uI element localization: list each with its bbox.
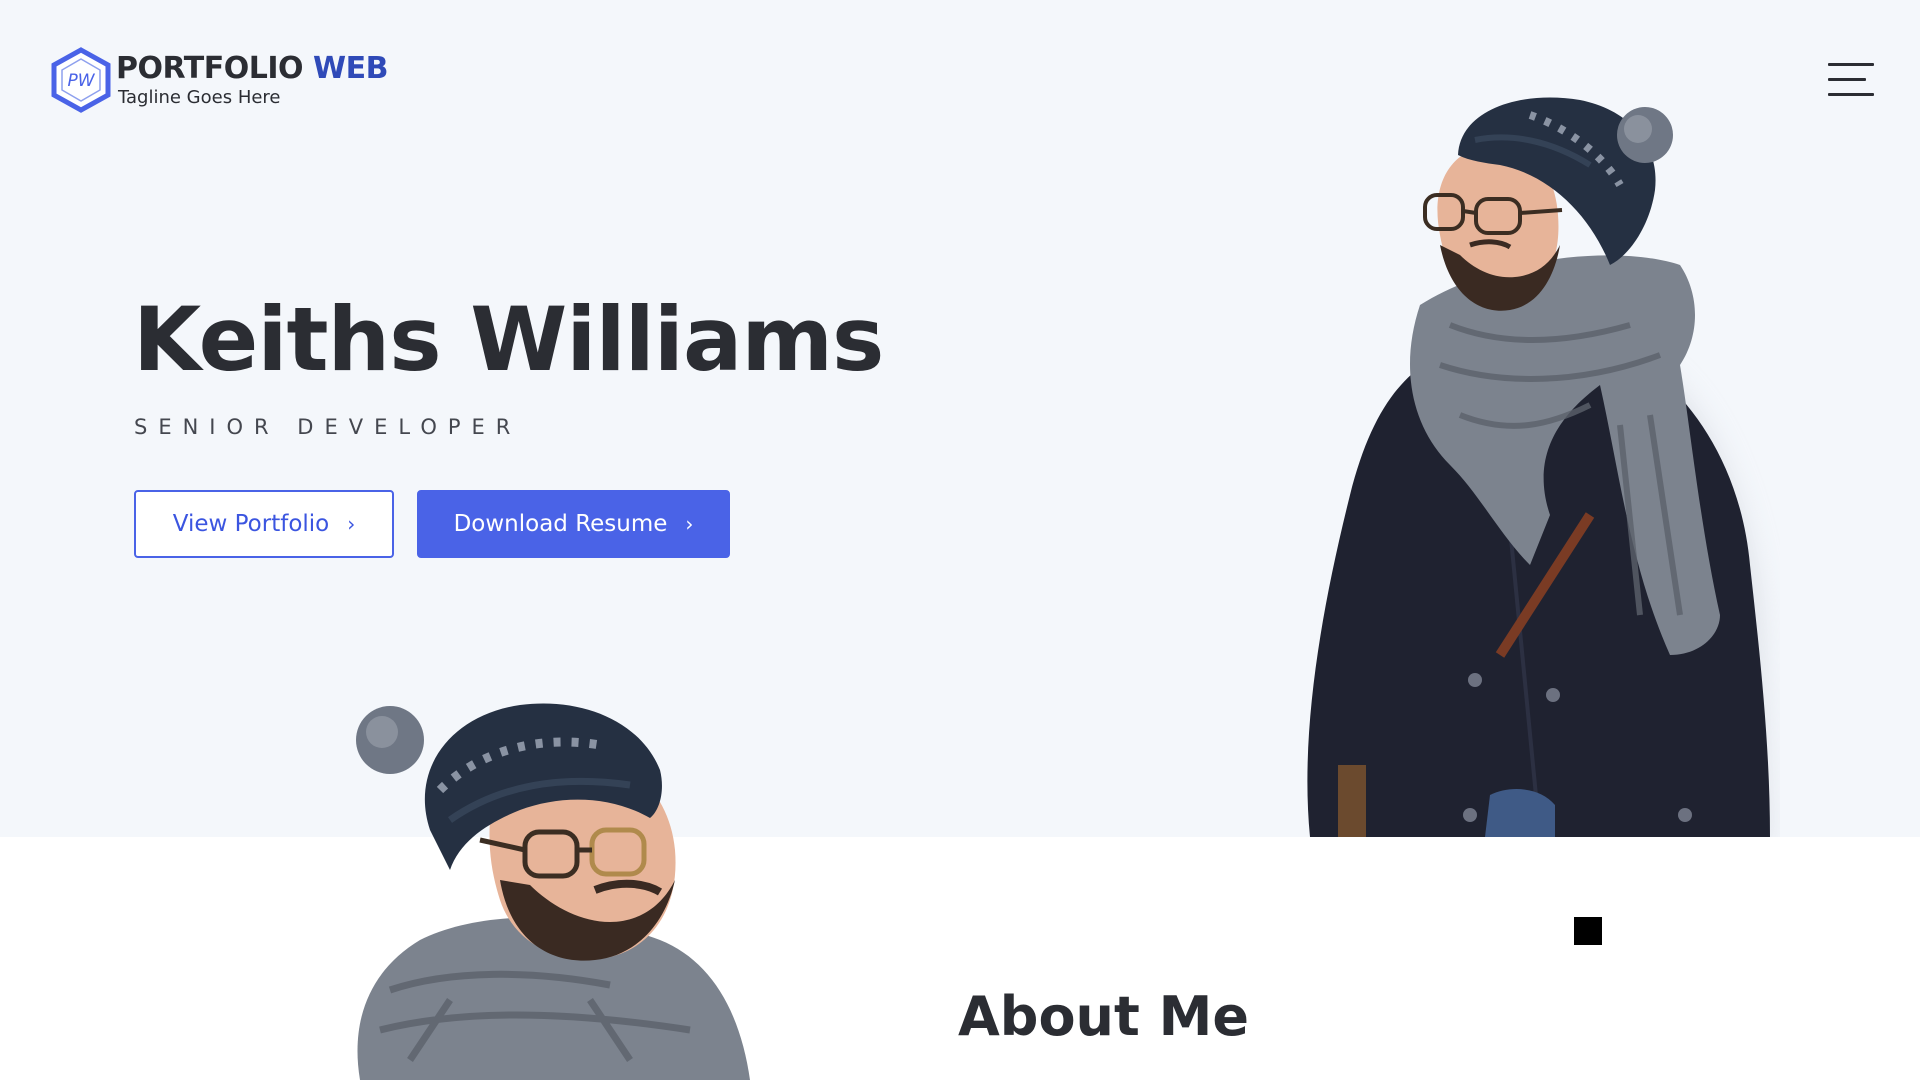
about-portrait-photo [330,700,770,1080]
hero-name: Keiths Williams [133,288,884,391]
hamburger-menu-icon[interactable] [1828,63,1874,97]
hero-role: SENIOR DEVELOPER [134,415,522,439]
chevron-right-icon: › [347,512,356,536]
decorative-square [1574,917,1602,945]
about-title: About Me [958,985,1249,1048]
view-portfolio-button[interactable]: View Portfolio › [134,490,394,558]
download-resume-button[interactable]: Download Resume › [417,490,730,558]
menu-line-middle [1828,78,1866,81]
logo-badge-text: PW [67,71,95,91]
chevron-right-icon: › [685,512,694,536]
menu-line-top [1828,63,1874,66]
logo-hexagon-icon: PW [50,47,112,113]
brand-name: PORTFOLIO WEB [116,52,388,86]
hero-portrait-photo [1300,95,1780,847]
menu-line-bottom [1828,93,1874,96]
logo-text: PORTFOLIO WEB Tagline Goes Here [116,52,388,109]
brand-primary: PORTFOLIO [116,51,303,86]
view-portfolio-label: View Portfolio [172,511,330,537]
site-logo[interactable]: PW PORTFOLIO WEB Tagline Goes Here [50,47,388,113]
tagline: Tagline Goes Here [118,87,281,108]
download-resume-label: Download Resume [453,511,668,537]
brand-accent: WEB [312,51,388,86]
